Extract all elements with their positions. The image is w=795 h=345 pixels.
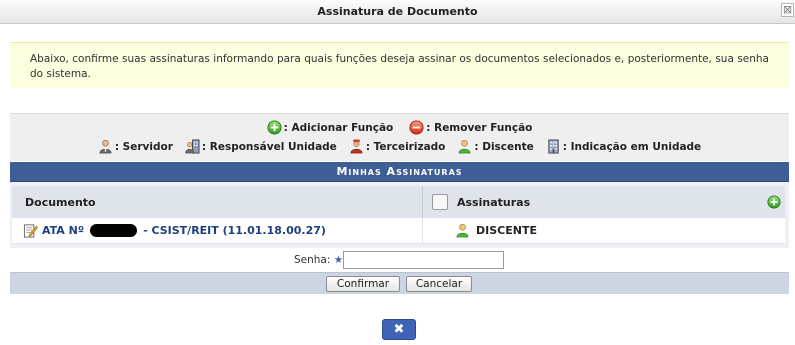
column-header-signatures: Assinaturas	[457, 196, 531, 209]
add-function-icon[interactable]	[767, 195, 781, 209]
plus-circle-icon	[267, 120, 282, 135]
minus-circle-icon	[409, 120, 424, 135]
legend-terceirizado: : Terceirizado	[349, 139, 446, 154]
legend-indicacao: : Indicação em Unidade	[546, 139, 701, 154]
cancel-button[interactable]: Cancelar	[406, 276, 472, 292]
form-footer: Confirmar Cancelar	[10, 272, 789, 294]
legend-responsavel: : Responsável Unidade	[185, 139, 337, 154]
table-header: Documento Assinaturas	[12, 186, 785, 218]
password-label: Senha: ★	[294, 254, 343, 266]
discente-icon	[456, 223, 469, 238]
legend-remove-label: : Remover Função	[426, 121, 533, 134]
password-input[interactable]	[343, 251, 504, 269]
info-text: Abaixo, confirme suas assinaturas inform…	[30, 53, 769, 80]
document-prefix: ATA Nº	[42, 224, 85, 237]
legend-discente: : Discente	[457, 139, 534, 154]
legend-add: : Adicionar Função	[267, 120, 394, 135]
confirm-button[interactable]: Confirmar	[326, 276, 400, 292]
legend-terceirizado-label: : Terceirizado	[365, 140, 446, 153]
legend: : Adicionar Função : Remover Função : Se…	[10, 113, 789, 161]
edit-document-icon	[23, 224, 38, 238]
password-row: Senha: ★	[10, 248, 789, 272]
close-icon[interactable]: ⊠	[781, 3, 794, 17]
document-link[interactable]: ATA Nº - CSIST/REIT (11.01.18.00.27)	[23, 223, 326, 238]
column-divider	[422, 186, 423, 218]
signature-role: DISCENTE	[476, 224, 537, 237]
table-row: ATA Nº - CSIST/REIT (11.01.18.00.27) DIS…	[12, 218, 785, 244]
indicacao-unidade-icon	[548, 139, 559, 154]
document-suffix: - CSIST/REIT (11.01.18.00.27)	[143, 224, 326, 237]
info-box: Abaixo, confirme suas assinaturas inform…	[10, 42, 789, 88]
legend-indicacao-label: : Indicação em Unidade	[562, 140, 702, 153]
legend-discente-label: : Discente	[474, 140, 534, 153]
title-bar: Assinatura de Documento ⊠	[0, 0, 795, 24]
legend-responsavel-label: : Responsável Unidade	[201, 140, 337, 153]
terceirizado-icon	[350, 139, 363, 154]
legend-add-label: : Adicionar Função	[283, 121, 394, 134]
discente-icon	[458, 139, 471, 154]
window-title: Assinatura de Documento	[317, 5, 478, 18]
panel-title: Minhas Assinaturas	[10, 162, 789, 182]
legend-servidor: : Servidor	[98, 139, 173, 154]
select-all-checkbox[interactable]	[432, 194, 448, 210]
password-label-text: Senha:	[294, 254, 331, 266]
required-star-icon: ★	[333, 254, 344, 266]
column-divider	[422, 218, 423, 244]
close-dialog-button[interactable]: ✖	[382, 319, 416, 340]
servidor-icon	[99, 139, 112, 154]
signature-entry: DISCENTE	[455, 223, 537, 238]
legend-servidor-label: : Servidor	[114, 140, 173, 153]
signatures-table: Documento Assinaturas ATA Nº - CSIST/REI…	[10, 182, 789, 248]
legend-remove: : Remover Função	[409, 120, 532, 135]
column-header-document: Documento	[25, 196, 96, 209]
responsavel-unidade-icon	[185, 139, 200, 154]
redacted-number	[90, 224, 138, 237]
